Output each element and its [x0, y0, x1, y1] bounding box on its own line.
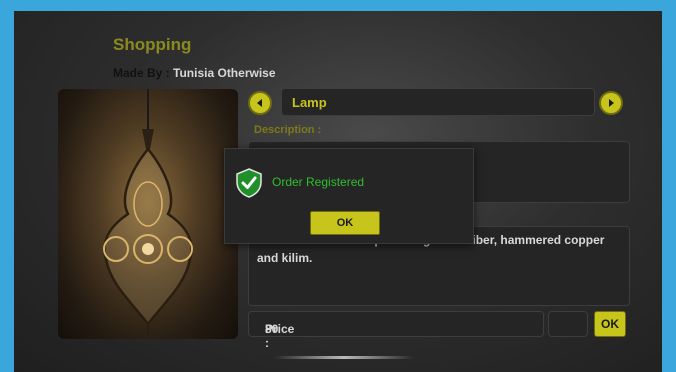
product-name-field: Lamp: [281, 88, 595, 116]
arrow-right-icon: [609, 99, 614, 107]
decorative-glow: [274, 356, 414, 359]
description-label: Description :: [254, 124, 322, 136]
previous-product-button[interactable]: [248, 91, 272, 115]
quantity-input[interactable]: [548, 311, 588, 337]
app-window: Shopping Made By : Tunisia Otherwise Lam…: [14, 11, 662, 372]
price-field: Price : 80: [248, 311, 544, 350]
product-image: [58, 89, 238, 339]
dialog-ok-button[interactable]: OK: [310, 211, 380, 235]
shield-check-icon: [236, 168, 262, 198]
arrow-left-icon: [257, 99, 262, 107]
app-title: Shopping: [113, 35, 192, 54]
lamp-illustration: [103, 89, 193, 337]
dialog-message: Order Registered: [272, 175, 365, 189]
order-dialog: Order Registered OK: [224, 148, 474, 244]
product-name: Lamp: [292, 95, 327, 110]
next-product-button[interactable]: [599, 91, 623, 115]
made-by-label: Made By :: [113, 66, 170, 80]
made-by-name: Tunisia Otherwise: [173, 66, 276, 80]
order-ok-button[interactable]: OK: [594, 311, 626, 337]
credits: Made By : Tunisia Otherwise: [113, 66, 276, 80]
price-value: 80: [265, 322, 279, 336]
